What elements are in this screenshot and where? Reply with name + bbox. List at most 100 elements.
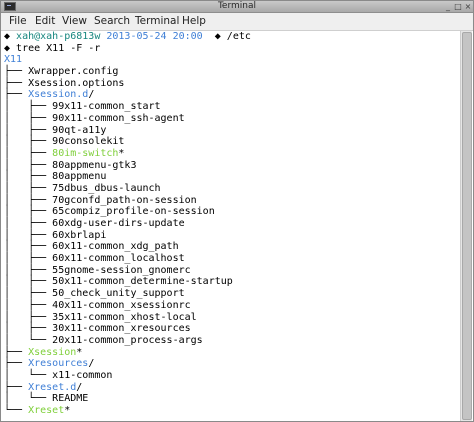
- tree-line: │ ├── 75dbus_dbus-launch: [4, 183, 461, 195]
- tree-branch: │ ├──: [4, 194, 53, 206]
- terminal-window: Terminal _ □ × File Edit View Search Ter…: [0, 0, 474, 422]
- tree-branch: │ ├──: [4, 101, 53, 113]
- tree-branch: │ ├──: [4, 147, 53, 159]
- tree-exec-name: Xreset: [28, 405, 65, 416]
- tree-file-name: 60x11-common_xdg_path: [52, 241, 179, 253]
- tree-branch: ├──: [4, 89, 29, 101]
- tree-line: │ ├── 80im-switch*: [4, 148, 461, 160]
- tree-line: │ └── 20x11-common_process-args: [4, 335, 461, 347]
- tree-line: │ ├── 60x11-common_localhost: [4, 253, 461, 265]
- command-line: ◆ tree X11 -F -r: [4, 43, 461, 55]
- tree-file-name: 99x11-common_start: [52, 101, 161, 113]
- tree-suffix: *: [76, 346, 83, 358]
- tree-line: ├── Xsession.d/: [4, 89, 461, 101]
- prompt-diamond-icon: ◆: [4, 31, 17, 42]
- tree-file-name: 60xdg-user-dirs-update: [52, 218, 185, 229]
- menu-terminal[interactable]: Terminal: [135, 15, 179, 28]
- tree-dir-name: Xresources: [28, 358, 89, 370]
- menu-help[interactable]: Help: [182, 15, 206, 28]
- tree-line: │ ├── 50x11-common_determine-startup: [4, 276, 461, 288]
- tree-line: │ ├── 70gconfd_path-on-session: [4, 195, 461, 207]
- tree-line: │ ├── 90x11-common_ssh-agent: [4, 113, 461, 125]
- tree-branch: │ ├──: [4, 182, 53, 194]
- terminal-output[interactable]: ◆ xah@xah-p6813w 2013-05-24 20:00 ◆ /etc…: [1, 31, 461, 421]
- tree-branch: │ ├──: [4, 299, 53, 311]
- tree-line: X11: [4, 54, 461, 66]
- tree-dir-name: Xreset.d: [28, 381, 77, 393]
- tree-line: ├── Xsession*: [4, 347, 461, 359]
- tree-branch: │ └──: [4, 393, 53, 405]
- tree-line: │ ├── 50_check_unity_support: [4, 288, 461, 300]
- tree-file-name: README: [52, 393, 89, 405]
- tree-branch: ├──: [4, 358, 29, 370]
- menu-search[interactable]: Search: [94, 15, 130, 28]
- tree-file-name: 50_check_unity_support: [52, 288, 185, 300]
- tree-exec-name: 80im-switch: [52, 147, 119, 159]
- tree-line: │ ├── 80appmenu-gtk3: [4, 160, 461, 172]
- tree-file-name: 80appmenu-gtk3: [52, 159, 137, 171]
- tree-line: │ └── x11-common: [4, 370, 461, 382]
- tree-output: X11 ├── Xwrapper.config ├── Xsession.optio…: [4, 54, 461, 416]
- tree-file-name: 90x11-common_ssh-agent: [52, 112, 185, 124]
- menu-file[interactable]: File: [9, 15, 27, 28]
- menu-view[interactable]: View: [62, 15, 87, 28]
- tree-line: ├── Xreset.d/: [4, 382, 461, 394]
- tree-branch: │ ├──: [4, 264, 53, 276]
- tree-exec-name: Xsession: [28, 346, 77, 358]
- tree-line: │ ├── 99x11-common_start: [4, 101, 461, 113]
- tree-file-name: 35x11-common_xhost-local: [52, 311, 197, 323]
- tree-branch: │ └──: [4, 334, 53, 346]
- tree-file-name: 30x11-common_xresources: [52, 323, 191, 335]
- tree-line: │ ├── 80appmenu: [4, 171, 461, 183]
- maximize-icon[interactable]: □: [453, 2, 463, 11]
- prompt-line: ◆ xah@xah-p6813w 2013-05-24 20:00 ◆ /etc: [4, 31, 251, 42]
- vertical-scrollbar[interactable]: [460, 31, 472, 421]
- title-bar[interactable]: Terminal _ □ ×: [1, 1, 473, 13]
- menu-edit[interactable]: Edit: [35, 15, 55, 28]
- tree-file-name: 75dbus_dbus-launch: [52, 182, 161, 194]
- tree-branch: │ ├──: [4, 276, 53, 288]
- tree-file-name: 70gconfd_path-on-session: [52, 194, 197, 206]
- scrollbar-thumb[interactable]: [462, 32, 472, 420]
- tree-file-name: 80appmenu: [52, 171, 107, 183]
- tree-line: ├── Xsession.options: [4, 78, 461, 90]
- tree-line: │ ├── 65compiz_profile-on-session: [4, 206, 461, 218]
- tree-line: │ ├── 35x11-common_xhost-local: [4, 312, 461, 324]
- tree-file-name: 50x11-common_determine-startup: [52, 276, 233, 288]
- tree-line: │ └── README: [4, 393, 461, 405]
- tree-suffix: *: [118, 147, 125, 159]
- tree-suffix: /: [88, 358, 95, 370]
- tree-branch: │ ├──: [4, 288, 53, 300]
- tree-line: │ ├── 60xdg-user-dirs-update: [4, 218, 461, 230]
- tree-dir-name: X11: [4, 54, 23, 66]
- tree-branch: │ ├──: [4, 323, 53, 335]
- tree-file-name: 20x11-common_process-args: [52, 334, 203, 346]
- tree-file-name: Xsession.options: [28, 77, 125, 89]
- prompt-user-host: xah@xah-p6813w: [16, 31, 101, 42]
- tree-file-name: 60xbrlapi: [52, 229, 107, 241]
- tree-line: │ ├── 60x11-common_xdg_path: [4, 241, 461, 253]
- tree-branch: │ ├──: [4, 206, 53, 218]
- tree-branch: │ ├──: [4, 218, 53, 229]
- tree-branch: │ ├──: [4, 311, 53, 323]
- tree-line: │ ├── 90qt-a11y: [4, 125, 461, 137]
- minimize-icon[interactable]: _: [443, 2, 453, 11]
- tree-file-name: 90qt-a11y: [52, 124, 107, 136]
- tree-branch: │ ├──: [4, 241, 53, 253]
- tree-branch: │ ├──: [4, 136, 53, 148]
- tree-branch: │ └──: [4, 369, 53, 381]
- tree-line: ├── Xwrapper.config: [4, 66, 461, 78]
- tree-line: │ ├── 55gnome-session_gnomerc: [4, 265, 461, 277]
- tree-dir-name: Xsession.d: [28, 89, 89, 101]
- tree-line: ├── Xresources/: [4, 358, 461, 370]
- tree-file-name: 55gnome-session_gnomerc: [52, 264, 191, 276]
- tree-file-name: Xwrapper.config: [28, 66, 119, 78]
- close-icon[interactable]: ×: [463, 2, 473, 11]
- tree-line: │ ├── 40x11-common_xsessionrc: [4, 300, 461, 312]
- tree-file-name: 40x11-common_xsessionrc: [52, 299, 191, 311]
- tree-branch: │ ├──: [4, 253, 53, 265]
- tree-branch: │ ├──: [4, 159, 53, 171]
- tree-line: │ ├── 30x11-common_xresources: [4, 323, 461, 335]
- tree-suffix: *: [64, 405, 71, 416]
- tree-file-name: x11-common: [52, 369, 113, 381]
